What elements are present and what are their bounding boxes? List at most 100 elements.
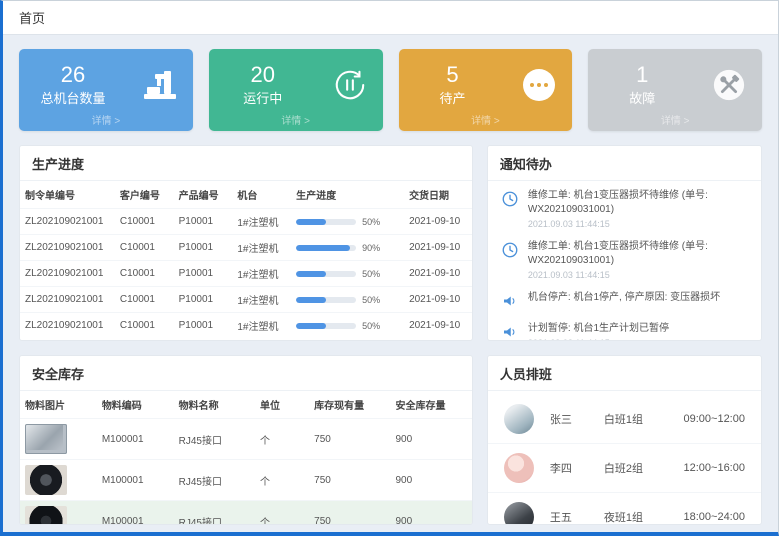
cell-machine: 1#注塑机 bbox=[232, 209, 291, 235]
material-photo bbox=[25, 506, 67, 525]
cell-current-qty: 750 bbox=[309, 460, 390, 501]
detail-link[interactable]: 详情 > bbox=[19, 112, 193, 127]
cell-current-qty: 750 bbox=[309, 419, 390, 460]
notification-time: 2021.09.03 11:44:15 bbox=[528, 219, 749, 229]
cell-date: 2021-09-10 bbox=[404, 209, 472, 235]
table-header-row: 物料图片 物料编码 物料名称 单位 库存现有量 安全库存量 bbox=[20, 391, 472, 419]
tab-home[interactable]: 首页 bbox=[19, 8, 45, 27]
table-row[interactable]: M100001 RJ45接口 个 750 900 bbox=[20, 419, 472, 460]
cell-name: RJ45接口 bbox=[174, 419, 255, 460]
notification-text: 维修工单: 机台1变压器损坏待维修 (单号: WX202109031001) bbox=[528, 240, 749, 268]
notification-text: 计划暂停: 机台1生产计划已暂停 bbox=[528, 322, 749, 336]
detail-link[interactable]: 详情 > bbox=[209, 112, 383, 127]
production-table: 制令单编号 客户编号 产品编号 机台 生产进度 交货日期 ZL202109021… bbox=[20, 181, 472, 338]
cell-date: 2021-09-10 bbox=[404, 235, 472, 261]
table-row[interactable]: ZL202109021001 C10001 P10001 1#注塑机 50% 2… bbox=[20, 209, 472, 235]
panel-notifications: 通知待办 维修工单: 机台1变压器损坏待维修 (单号: WX2021090310… bbox=[487, 145, 762, 341]
panel-title: 生产进度 bbox=[20, 146, 472, 181]
table-row[interactable]: ZL202109021001 C10001 P10001 1#注塑机 50% 2… bbox=[20, 261, 472, 287]
material-photo bbox=[25, 424, 67, 454]
notification-body: 维修工单: 机台1变压器损坏待维修 (单号: WX202109031001) 2… bbox=[528, 189, 749, 229]
staff-time: 12:00~16:00 bbox=[684, 462, 745, 474]
cell-unit: 个 bbox=[255, 419, 309, 460]
cell-customer: C10001 bbox=[115, 261, 174, 287]
cell-product: P10001 bbox=[174, 209, 233, 235]
inventory-table: 物料图片 物料编码 物料名称 单位 库存现有量 安全库存量 M100001 R bbox=[20, 391, 472, 525]
stat-card-text: 20 运行中 bbox=[223, 63, 303, 107]
cell-order: ZL202109021001 bbox=[20, 313, 115, 339]
staff-time: 09:00~12:00 bbox=[684, 413, 745, 425]
cell-progress: 90% bbox=[291, 235, 404, 261]
notification-body: 计划暂停: 机台1生产计划已暂停 2021.09.03 11:44:15 bbox=[528, 322, 749, 340]
stat-card-total-machines[interactable]: 26 总机台数量 详情 > bbox=[19, 49, 193, 131]
notification-item[interactable]: 机台停产: 机台1停产, 停产原因: 变压器损坏 bbox=[488, 285, 761, 316]
stat-label: 运行中 bbox=[243, 88, 282, 107]
staff-name: 王五 bbox=[550, 509, 604, 525]
notification-item[interactable]: 维修工单: 机台1变压器损坏待维修 (单号: WX202109031001) 2… bbox=[488, 183, 761, 234]
stat-card-running[interactable]: 20 运行中 详情 > bbox=[209, 49, 383, 131]
staff-time: 18:00~24:00 bbox=[684, 511, 745, 523]
panels-grid: 生产进度 制令单编号 客户编号 产品编号 机台 生产进度 交货日期 bbox=[19, 145, 762, 525]
table-row[interactable]: ZL202109021001 C10001 P10001 1#注塑机 50% 2… bbox=[20, 313, 472, 339]
staff-shift: 白班2组 bbox=[604, 460, 676, 476]
clock-icon bbox=[500, 240, 520, 260]
stat-label: 待产 bbox=[439, 88, 465, 107]
stat-card-body: 26 总机台数量 bbox=[33, 59, 179, 111]
stat-value: 20 bbox=[251, 63, 275, 86]
ellipsis-icon bbox=[520, 66, 558, 104]
staff-row: 王五 夜班1组 18:00~24:00 bbox=[488, 492, 761, 525]
cell-customer: C10001 bbox=[115, 209, 174, 235]
progress-bar bbox=[296, 297, 356, 303]
table-row[interactable]: ZL202109021001 C10001 P10001 1#注塑机 90% 2… bbox=[20, 235, 472, 261]
notification-text: 机台停产: 机台1停产, 停产原因: 变压器损坏 bbox=[528, 291, 749, 305]
notification-item[interactable]: 计划暂停: 机台1生产计划已暂停 2021.09.03 11:44:15 bbox=[488, 316, 761, 340]
cell-progress: 50% bbox=[291, 261, 404, 287]
stat-value: 26 bbox=[61, 63, 85, 86]
machine-icon bbox=[141, 66, 179, 104]
panel-production-progress: 生产进度 制令单编号 客户编号 产品编号 机台 生产进度 交货日期 bbox=[19, 145, 473, 341]
staff-shift: 夜班1组 bbox=[604, 509, 676, 525]
progress-bar bbox=[296, 245, 356, 251]
stat-label: 故障 bbox=[629, 88, 655, 107]
avatar bbox=[504, 502, 534, 525]
notification-time: 2021.09.03 11:44:15 bbox=[528, 338, 749, 340]
stat-card-waiting[interactable]: 5 待产 详情 > bbox=[399, 49, 573, 131]
detail-link[interactable]: 详情 > bbox=[588, 112, 762, 127]
cell-machine: 1#注塑机 bbox=[232, 313, 291, 339]
cell-safety-qty: 900 bbox=[391, 460, 472, 501]
stat-card-body: 1 故障 bbox=[602, 59, 748, 111]
dashboard-content: 26 总机台数量 详情 > bbox=[3, 35, 778, 525]
column-header: 物料名称 bbox=[174, 391, 255, 419]
staff-name: 张三 bbox=[550, 411, 604, 427]
cell-code: M100001 bbox=[97, 460, 174, 501]
stat-card-body: 5 待产 bbox=[413, 59, 559, 111]
cell-machine: 1#注塑机 bbox=[232, 287, 291, 313]
cell-date: 2021-09-10 bbox=[404, 261, 472, 287]
cell-product: P10001 bbox=[174, 235, 233, 261]
table-row[interactable]: M100001 RJ45接口 个 750 900 bbox=[20, 501, 472, 526]
column-header: 物料图片 bbox=[20, 391, 97, 419]
notification-body: 维修工单: 机台1变压器损坏待维修 (单号: WX202109031001) 2… bbox=[528, 240, 749, 280]
stat-card-body: 20 运行中 bbox=[223, 59, 369, 111]
cell-order: ZL202109021001 bbox=[20, 209, 115, 235]
stat-value: 5 bbox=[446, 63, 458, 86]
stat-cards-row: 26 总机台数量 详情 > bbox=[19, 49, 762, 131]
cell-order: ZL202109021001 bbox=[20, 261, 115, 287]
progress-bar bbox=[296, 323, 356, 329]
column-header: 产品编号 bbox=[174, 181, 233, 209]
topbar: 首页 bbox=[3, 1, 778, 35]
table-header-row: 制令单编号 客户编号 产品编号 机台 生产进度 交货日期 bbox=[20, 181, 472, 209]
cell-product: P10001 bbox=[174, 287, 233, 313]
table-row[interactable]: ZL202109021001 C10001 P10001 1#注塑机 50% 2… bbox=[20, 287, 472, 313]
cell-progress: 50% bbox=[291, 209, 404, 235]
cell-customer: C10001 bbox=[115, 287, 174, 313]
cell-date: 2021-09-10 bbox=[404, 313, 472, 339]
clock-icon bbox=[500, 189, 520, 209]
stat-card-fault[interactable]: 1 故障 详情 > bbox=[588, 49, 762, 131]
column-header: 生产进度 bbox=[291, 181, 404, 209]
detail-link[interactable]: 详情 > bbox=[399, 112, 573, 127]
progress-label: 50% bbox=[362, 321, 380, 331]
notification-item[interactable]: 维修工单: 机台1变压器损坏待维修 (单号: WX202109031001) 2… bbox=[488, 234, 761, 285]
table-row[interactable]: M100001 RJ45接口 个 750 900 bbox=[20, 460, 472, 501]
stat-card-text: 26 总机台数量 bbox=[33, 63, 113, 107]
